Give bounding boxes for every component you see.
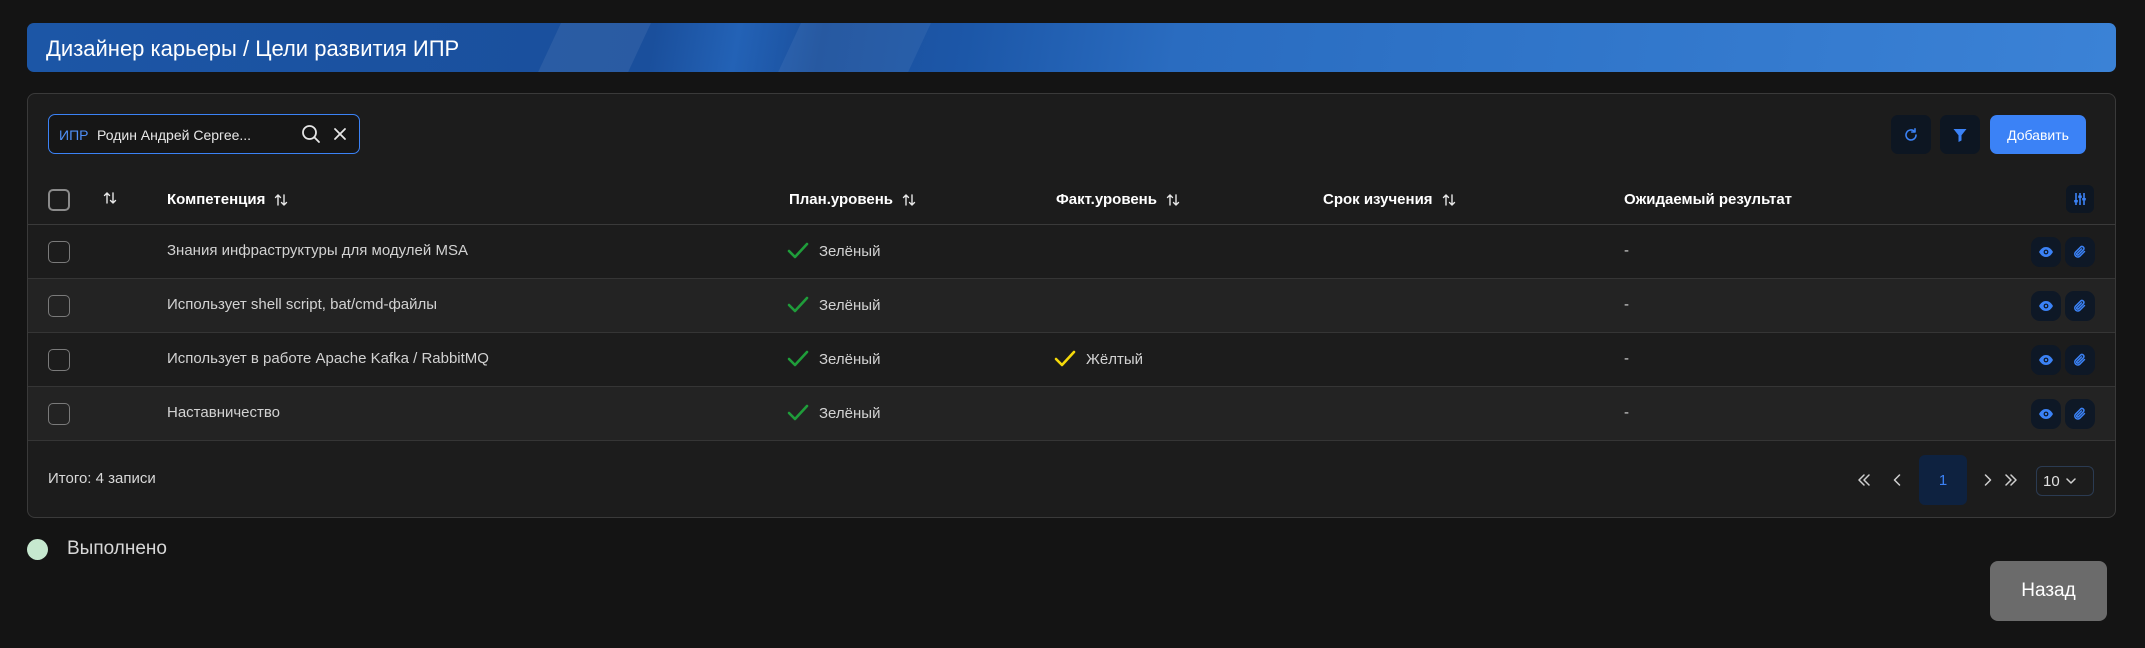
chevron-left-icon (1893, 474, 1901, 486)
add-button[interactable]: Добавить (1990, 115, 2086, 154)
column-header-label: Компетенция (167, 191, 266, 208)
plan-level-label: Зелёный (819, 242, 881, 260)
status-done-indicator (27, 539, 48, 560)
page-size-value: 10 (2043, 472, 2060, 490)
attach-button[interactable] (2065, 291, 2095, 321)
column-header-label: План.уровень (789, 191, 893, 208)
table-header-row: Компетенция План.уровень Факт.уровень Ср… (28, 175, 2115, 225)
expected-result-cell: - (1624, 350, 1629, 367)
column-header-label: Ожидаемый результат (1624, 191, 1793, 208)
check-icon (1054, 350, 1076, 367)
filter-icon (1953, 128, 1967, 142)
sort-icon (1166, 193, 1180, 206)
plan-level-cell: Зелёный (787, 404, 880, 422)
check-icon (787, 404, 809, 421)
page-header: Дизайнер карьеры / Цели развития ИПР (27, 23, 2116, 72)
column-header-label: Срок изучения (1323, 191, 1433, 208)
search-icon[interactable] (301, 124, 321, 144)
plan-level-label: Зелёный (819, 404, 881, 422)
plan-level-label: Зелёный (819, 296, 881, 314)
goals-table: Компетенция План.уровень Факт.уровень Ср… (28, 175, 2115, 441)
attach-button[interactable] (2065, 399, 2095, 429)
sort-icon (275, 193, 288, 206)
refresh-icon (1905, 127, 1917, 141)
fact-level-label: Жёлтый (1086, 350, 1143, 368)
sort-icon (902, 193, 916, 206)
paperclip-icon (2074, 245, 2086, 258)
attach-button[interactable] (2065, 345, 2095, 375)
attach-button[interactable] (2065, 237, 2095, 267)
page-title: Дизайнер карьеры / Цели развития ИПР (46, 36, 460, 61)
first-page-button[interactable] (1853, 455, 1875, 505)
sort-icon (103, 192, 117, 204)
eye-icon (2039, 247, 2053, 257)
table-row[interactable]: Наставничество Зелёный - (28, 387, 2115, 441)
column-header-fact-level[interactable]: Факт.уровень (1056, 191, 1180, 208)
plan-level-cell: Зелёный (787, 242, 880, 260)
column-sort-toggle[interactable] (103, 191, 117, 205)
close-icon[interactable] (332, 126, 348, 142)
column-header-study-term[interactable]: Срок изучения (1323, 191, 1456, 208)
paperclip-icon (2074, 299, 2086, 312)
sort-icon (1442, 193, 1455, 206)
filter-button[interactable] (1940, 115, 1980, 154)
eye-icon (2039, 409, 2053, 419)
expected-result-cell: - (1624, 296, 1629, 313)
row-checkbox[interactable] (48, 295, 70, 317)
back-button[interactable]: Назад (1990, 561, 2107, 621)
plan-level-label: Зелёный (819, 350, 881, 368)
eye-icon (2039, 355, 2053, 365)
columns-settings-icon (2074, 193, 2086, 205)
expected-result-cell: - (1624, 242, 1629, 259)
column-header-competence[interactable]: Компетенция (167, 191, 288, 208)
view-button[interactable] (2031, 237, 2061, 267)
view-button[interactable] (2031, 399, 2061, 429)
competence-cell: Использует shell script, bat/cmd-файлы (167, 296, 438, 313)
table-row[interactable]: Использует в работе Apache Kafka / Rabbi… (28, 333, 2115, 387)
competence-cell: Знания инфраструктуры для модулей MSA (167, 242, 468, 259)
ipr-goals-panel: ИПР Родин Андрей Сергее... Добавить Комп… (27, 93, 2116, 518)
table-row[interactable]: Знания инфраструктуры для модулей MSA Зе… (28, 225, 2115, 279)
row-checkbox[interactable] (48, 241, 70, 263)
check-icon (787, 350, 809, 367)
view-button[interactable] (2031, 345, 2061, 375)
competence-cell: Использует в работе Apache Kafka / Rabbi… (167, 350, 489, 367)
search-field[interactable]: ИПР Родин Андрей Сергее... (48, 114, 360, 154)
competence-cell: Наставничество (167, 404, 281, 421)
page-1-button[interactable]: 1 (1919, 455, 1967, 505)
chevron-right-icon (1984, 474, 1992, 486)
row-checkbox[interactable] (48, 349, 70, 371)
row-checkbox[interactable] (48, 403, 70, 425)
refresh-button[interactable] (1891, 115, 1931, 154)
plan-level-cell: Зелёный (787, 296, 880, 314)
check-icon (787, 242, 809, 259)
plan-level-cell: Зелёный (787, 350, 880, 368)
view-button[interactable] (2031, 291, 2061, 321)
column-header-expected-result: Ожидаемый результат (1624, 191, 1792, 208)
page-size-select[interactable]: 10 (2036, 466, 2094, 496)
select-all-checkbox[interactable] (48, 189, 70, 211)
chevrons-right-icon (2005, 474, 2017, 486)
chevron-down-icon (2065, 477, 2076, 484)
chevrons-left-icon (1858, 474, 1870, 486)
paperclip-icon (2074, 353, 2086, 366)
expected-result-cell: - (1624, 404, 1629, 421)
columns-settings-button[interactable] (2066, 185, 2094, 213)
prev-page-button[interactable] (1887, 455, 1907, 505)
table-row[interactable]: Использует shell script, bat/cmd-файлы З… (28, 279, 2115, 333)
search-prefix: ИПР (59, 127, 89, 143)
last-page-button[interactable] (2000, 455, 2022, 505)
check-icon (787, 296, 809, 313)
column-header-plan-level[interactable]: План.уровень (789, 191, 916, 208)
paperclip-icon (2074, 407, 2086, 420)
search-input[interactable]: Родин Андрей Сергее... (97, 127, 251, 143)
column-header-label: Факт.уровень (1056, 191, 1157, 208)
status-done-label: Выполнено (67, 538, 167, 559)
total-records: Итого: 4 записи (48, 470, 156, 487)
fact-level-cell: Жёлтый (1054, 350, 1143, 368)
eye-icon (2039, 301, 2053, 311)
next-page-button[interactable] (1978, 455, 1998, 505)
